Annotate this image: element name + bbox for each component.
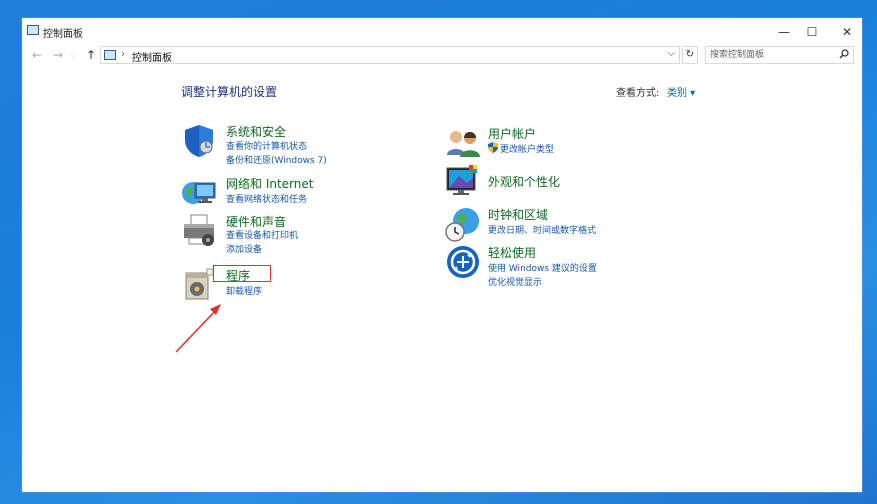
address-bar[interactable]: › 控制面板 ⌵ (100, 46, 680, 64)
maximize-button[interactable]: ☐ (797, 22, 827, 42)
monitor-palette-icon[interactable] (445, 163, 481, 199)
uninstall-program-link[interactable]: 卸载程序 (226, 284, 262, 297)
printer-icon[interactable] (181, 213, 217, 249)
view-devices-printers-link[interactable]: 查看设备和打印机 (226, 228, 298, 241)
breadcrumb-control-panel[interactable]: 控制面板 (132, 49, 172, 64)
forward-arrow-icon[interactable]: → (51, 48, 65, 62)
shield-icon[interactable] (181, 123, 217, 159)
address-dropdown-icon[interactable]: ⌵ (667, 48, 675, 59)
view-network-status-link[interactable]: 查看网络状态和任务 (226, 192, 307, 205)
minimize-button[interactable]: — (769, 22, 799, 42)
view-computer-status-link[interactable]: 查看你的计算机状态 (226, 139, 307, 152)
programs-highlight-box (213, 265, 271, 282)
add-device-link[interactable]: 添加设备 (226, 242, 262, 255)
network-globe-icon[interactable] (181, 175, 217, 211)
search-icon[interactable] (839, 49, 849, 62)
window-title: 控制面板 (43, 29, 83, 40)
address-toolbar: ← → ⌵ ↑ › 控制面板 ⌵ ↻ (22, 44, 862, 68)
recent-locations-icon[interactable]: ⌵ (66, 48, 80, 62)
ease-of-access-icon[interactable] (445, 244, 481, 280)
view-by-dropdown[interactable]: 类别 ▾ (667, 84, 695, 99)
page-heading: 调整计算机的设置 (181, 85, 278, 99)
control-panel-app-icon (27, 25, 39, 35)
back-arrow-icon[interactable]: ← (30, 48, 44, 62)
up-arrow-icon[interactable]: ↑ (84, 48, 98, 62)
optimize-visual-display-link[interactable]: 优化视觉显示 (488, 275, 542, 288)
clock-region-title[interactable]: 时钟和区域 (488, 206, 548, 223)
close-button[interactable]: ✕ (832, 22, 862, 42)
change-date-time-format-link[interactable]: 更改日期、时间或数字格式 (488, 223, 596, 236)
refresh-icon[interactable]: ↻ (682, 46, 698, 64)
search-input[interactable] (710, 48, 830, 62)
watermark: @稀土掘金技术社区 (698, 453, 843, 472)
title-bar[interactable]: 控制面板 — ☐ ✕ (22, 18, 862, 46)
clock-globe-icon[interactable] (445, 206, 481, 242)
search-box[interactable] (705, 46, 854, 64)
use-windows-recommended-settings-link[interactable]: 使用 Windows 建议的设置 (488, 261, 597, 274)
view-by-label: 查看方式: (616, 88, 660, 99)
backup-restore-link[interactable]: 备份和还原(Windows 7) (226, 153, 327, 166)
control-panel-window: 控制面板 — ☐ ✕ ← → ⌵ ↑ › 控制面板 ⌵ ↻ 调整计算机的设置 查… (21, 17, 863, 493)
breadcrumb-separator-icon[interactable]: › (121, 49, 125, 60)
annotation-arrow (175, 304, 221, 353)
ease-access-title[interactable]: 轻松使用 (488, 244, 536, 261)
network-internet-title[interactable]: 网络和 Internet (226, 175, 313, 192)
programs-disk-icon[interactable] (181, 267, 217, 303)
system-security-title[interactable]: 系统和安全 (226, 123, 286, 140)
control-panel-location-icon (104, 50, 116, 60)
change-account-type-link[interactable]: 更改帐户类型 (500, 142, 554, 155)
users-icon[interactable] (445, 125, 481, 161)
appearance-title[interactable]: 外观和个性化 (488, 173, 560, 190)
uac-shield-icon (488, 142, 498, 156)
user-accounts-title[interactable]: 用户帐户 (488, 125, 536, 142)
